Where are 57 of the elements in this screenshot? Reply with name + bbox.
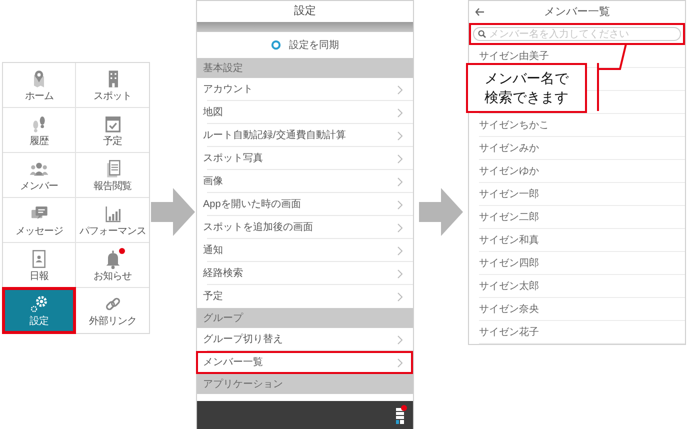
tile-label: 外部リンク [88,317,136,327]
tile-label: メンバー [20,182,58,192]
member-name[interactable]: サイゼン由美子 [479,49,549,64]
chevron-icon [397,130,403,140]
tile-label: 設定 [30,317,48,327]
member-name[interactable]: サイゼン二郎 [479,210,539,225]
chevron-icon [397,268,403,278]
chevron-icon [397,84,403,94]
tile-label: ホーム [24,92,54,102]
chevron-icon [397,222,403,232]
section-header: グループ [203,312,243,326]
tile-label: 履歴 [30,136,48,146]
back-arrow-icon[interactable] [475,7,485,17]
menu-tile[interactable]: メンバー [3,153,76,198]
menu-tile[interactable]: 設定 [3,288,76,333]
bar-chart-icon [102,204,122,224]
menu-tile[interactable]: 履歴 [3,108,76,153]
member-name[interactable]: サイゼン一郎 [479,187,539,202]
menu-icon[interactable] [395,405,407,425]
settings-item[interactable]: メンバー一覧 [197,351,413,374]
flow-arrow [419,188,463,236]
sync-icon [271,40,281,50]
flow-arrow [151,188,195,236]
calendar-check-icon [102,114,122,134]
search-field[interactable]: メンバー名を入力してください [473,27,681,41]
tile-label: パフォーマンス [79,226,146,236]
chevron-icon [397,334,403,344]
member-name[interactable]: サイゼンちかこ [479,118,549,133]
section-header: アプリケーション [203,378,283,392]
menu-tile[interactable]: ホーム [3,63,76,108]
member-name[interactable]: サイゼン花子 [479,325,539,340]
tile-label: 日報 [30,272,48,282]
tile-label: 報告閲覧 [94,182,132,192]
member-name[interactable]: サイゼン奈央 [479,302,539,317]
member-name[interactable]: サイゼンみか [479,141,539,156]
screen-title: メンバー一覧 [544,4,610,20]
tile-label: お知らせ [94,272,132,282]
chevron-icon [397,358,403,368]
chevron-icon [397,246,403,256]
member-name[interactable]: サイゼンゆか [479,164,539,179]
tile-label: メッセージ [15,226,63,236]
settings-icon [29,294,49,314]
search-icon [478,30,486,38]
chevron-icon [397,200,403,210]
member-name[interactable]: サイゼン和真 [479,233,539,248]
menu-tile[interactable]: メッセージ [3,198,76,243]
member-name[interactable]: サイゼン太郎 [479,279,539,294]
chevron-icon [397,108,403,118]
chevron-icon [397,176,403,186]
tile-label: スポット [94,92,132,102]
screen-title: 設定 [294,4,316,20]
chevron-icon [397,154,403,164]
callout-box: メンバー名で検索できます [466,63,587,113]
chevron-icon [397,292,403,302]
member-name[interactable]: サイゼン四郎 [479,256,539,271]
section-header: 基本設定 [203,62,243,76]
tile-label: 予定 [103,136,122,146]
